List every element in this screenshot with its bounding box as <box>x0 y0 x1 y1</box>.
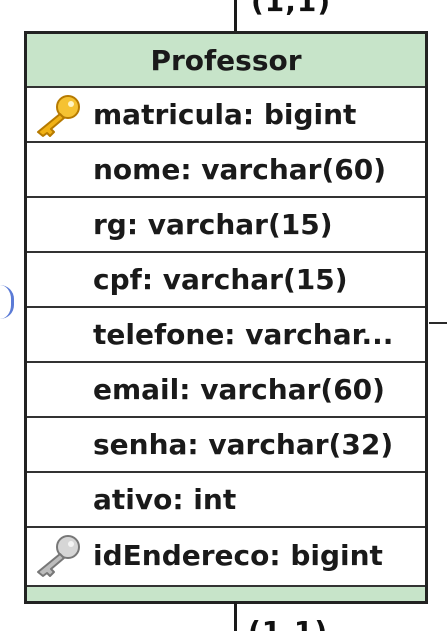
cardinality-bottom: (1,1) <box>248 618 328 631</box>
foreign-key-icon <box>37 535 80 577</box>
field-label: senha: varchar(32) <box>93 428 394 461</box>
relationship-line-bottom <box>234 602 237 631</box>
field-label: ativo: int <box>93 483 237 516</box>
field-row-ativo[interactable]: ativo: int <box>27 473 425 528</box>
relationship-line-right <box>429 322 447 324</box>
field-label: idEndereco: bigint <box>93 539 383 572</box>
field-label: telefone: varchar... <box>93 318 394 351</box>
primary-key-icon <box>37 95 80 137</box>
field-label: email: varchar(60) <box>93 373 385 406</box>
relationship-line-top <box>234 0 237 32</box>
field-list: matricula: bigint nome: varchar(60) rg: … <box>27 88 425 583</box>
field-row-senha[interactable]: senha: varchar(32) <box>27 418 425 473</box>
field-row-matricula[interactable]: matricula: bigint <box>27 88 425 143</box>
field-row-telefone[interactable]: telefone: varchar... <box>27 308 425 363</box>
field-label: rg: varchar(15) <box>93 208 333 241</box>
field-row-nome[interactable]: nome: varchar(60) <box>27 143 425 198</box>
field-label: cpf: varchar(15) <box>93 263 348 296</box>
field-row-idendereco[interactable]: idEndereco: bigint <box>27 528 425 583</box>
entity-header[interactable]: Professor <box>27 34 425 88</box>
field-label: nome: varchar(60) <box>93 153 387 186</box>
field-row-email[interactable]: email: varchar(60) <box>27 363 425 418</box>
field-label: matricula: bigint <box>93 98 357 131</box>
entity-title: Professor <box>150 43 302 77</box>
relationship-line-left <box>0 285 14 319</box>
field-row-rg[interactable]: rg: varchar(15) <box>27 198 425 253</box>
cardinality-top: (1,1) <box>251 0 332 18</box>
er-diagram-canvas: (1,1) Professor matricula: bigint nome: … <box>0 0 447 631</box>
field-row-cpf[interactable]: cpf: varchar(15) <box>27 253 425 308</box>
entity-professor[interactable]: Professor matricula: bigint nome: varcha… <box>24 31 428 604</box>
entity-footer <box>27 585 425 601</box>
